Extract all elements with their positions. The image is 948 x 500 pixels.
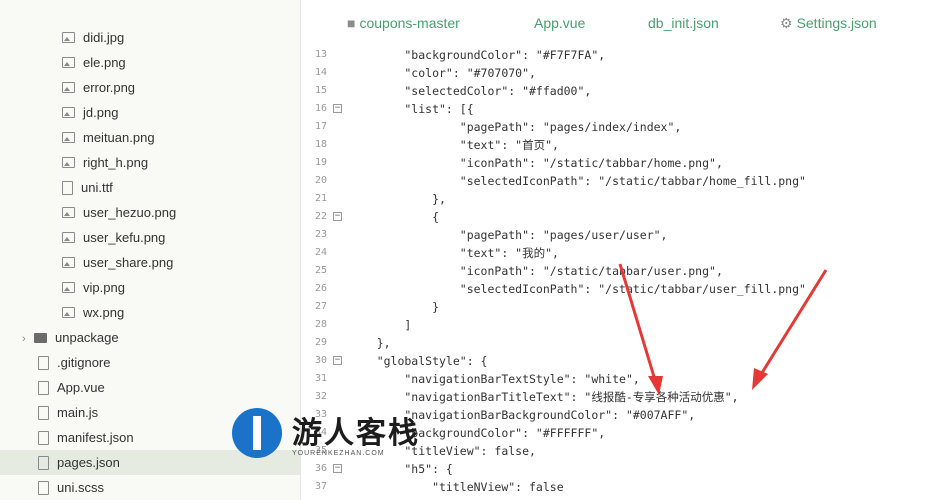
arrow-right-head bbox=[752, 368, 768, 390]
arrow-left-head bbox=[648, 376, 663, 395]
arrow-right bbox=[758, 269, 828, 377]
annotation-arrows bbox=[618, 263, 828, 395]
arrow-left bbox=[618, 263, 657, 381]
